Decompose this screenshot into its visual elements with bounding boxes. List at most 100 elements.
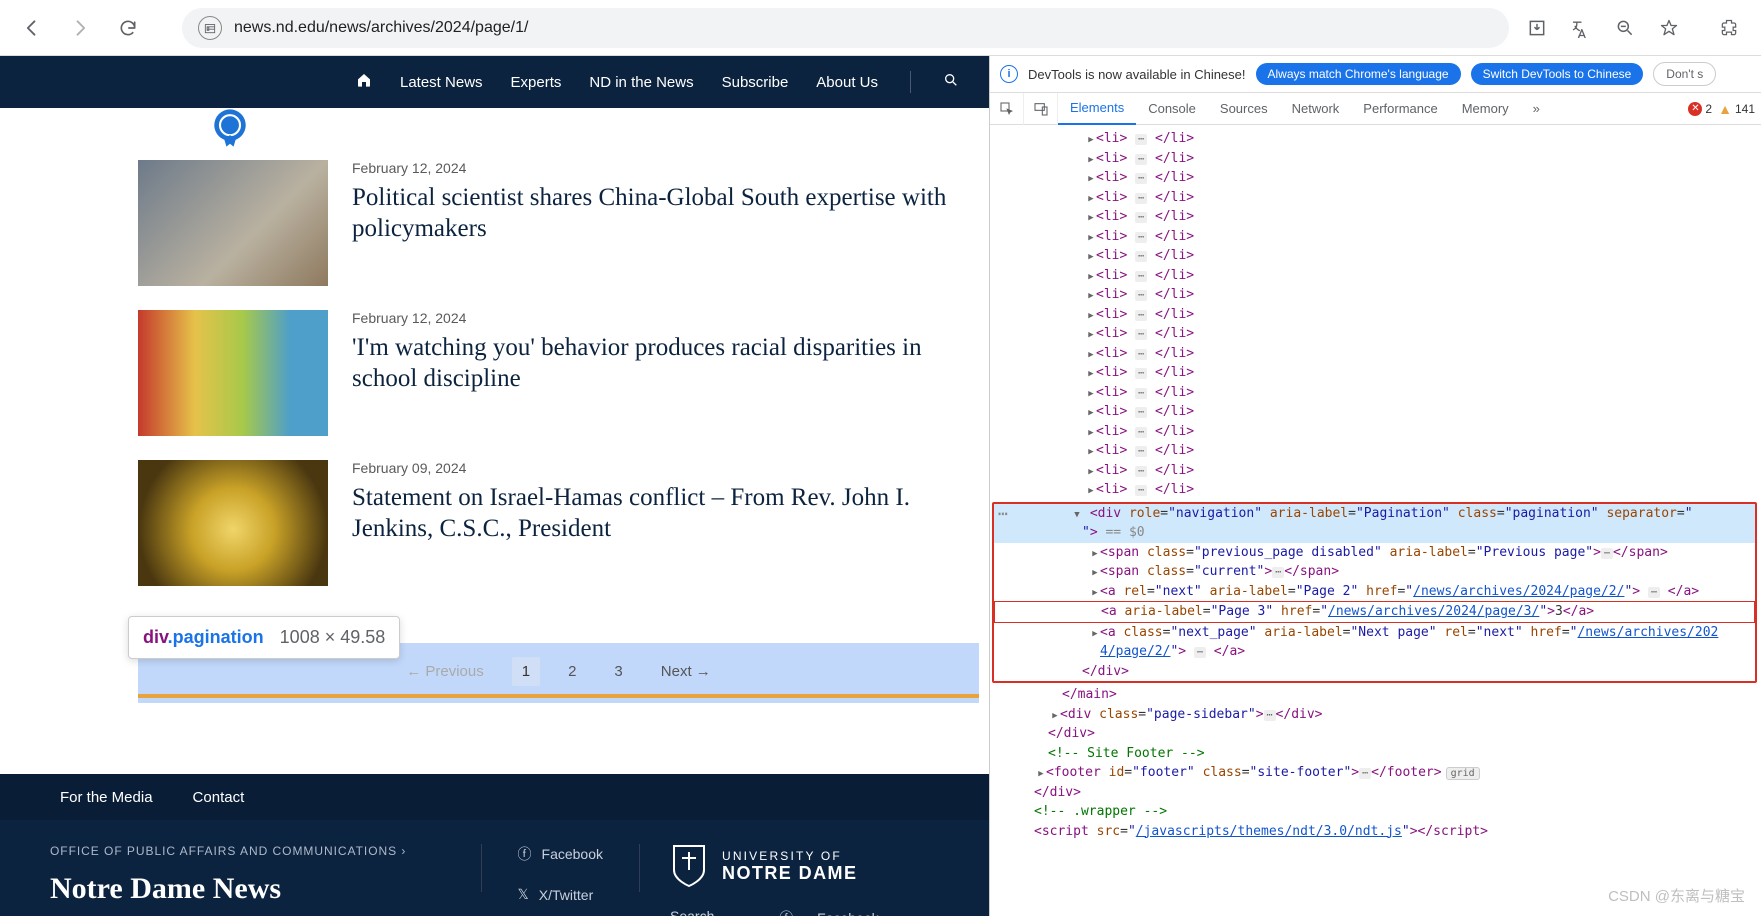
caret-icon[interactable] [1086, 422, 1096, 442]
dom-node[interactable]: </div> [1034, 785, 1081, 800]
caret-icon[interactable] [1090, 582, 1100, 602]
dom-node[interactable]: </div> [1048, 726, 1095, 741]
tab-elements[interactable]: Elements [1058, 93, 1136, 125]
dom-node[interactable]: <li> ⋯ </li> [1096, 229, 1194, 244]
dom-node[interactable]: <li> ⋯ </li> [1096, 307, 1194, 322]
dom-node[interactable]: <li> ⋯ </li> [1096, 190, 1194, 205]
dom-node[interactable]: <a rel="next" aria-label="Page 2" href="… [1100, 584, 1699, 599]
tab-performance[interactable]: Performance [1351, 93, 1449, 125]
dom-node[interactable]: <li> ⋯ </li> [1096, 443, 1194, 458]
nav-nd-in-news[interactable]: ND in the News [589, 74, 693, 91]
nav-subscribe[interactable]: Subscribe [722, 74, 789, 91]
caret-icon[interactable] [1086, 461, 1096, 481]
footer-link-fb[interactable]: ⓕ Facebook [779, 908, 878, 916]
dom-node[interactable]: <li> ⋯ </li> [1096, 326, 1194, 341]
pagination-next[interactable]: Next → [651, 657, 721, 686]
caret-icon[interactable] [1050, 705, 1060, 725]
article-row[interactable]: February 12, 2024 Political scientist sh… [0, 148, 989, 298]
nav-experts[interactable]: Experts [511, 74, 562, 91]
caret-icon[interactable] [1090, 623, 1100, 643]
translate-icon[interactable] [1561, 8, 1601, 48]
caret-icon[interactable] [1072, 504, 1082, 524]
inspect-tool-icon[interactable] [990, 93, 1024, 125]
footer-social-x[interactable]: 𝕏 X/Twitter [518, 886, 603, 903]
caret-icon[interactable] [1086, 383, 1096, 403]
dom-node[interactable]: </main> [1062, 687, 1117, 702]
caret-icon[interactable] [1086, 344, 1096, 364]
caret-icon[interactable] [1086, 402, 1096, 422]
dom-node[interactable]: <li> ⋯ </li> [1096, 170, 1194, 185]
bookmark-icon[interactable] [1649, 8, 1689, 48]
dom-node[interactable]: <li> ⋯ </li> [1096, 151, 1194, 166]
dom-node[interactable]: <span class="current">⋯</span> [1100, 564, 1339, 579]
dom-node[interactable]: <script src="/javascripts/themes/ndt/3.0… [1034, 824, 1488, 839]
tab-sources[interactable]: Sources [1208, 93, 1280, 125]
dom-node[interactable]: <li> ⋯ </li> [1096, 404, 1194, 419]
forward-button[interactable] [60, 8, 100, 48]
dom-node[interactable]: <footer id="footer" class="site-footer">… [1046, 765, 1442, 780]
back-button[interactable] [12, 8, 52, 48]
footer-link-search[interactable]: Search [670, 908, 739, 916]
caret-icon[interactable] [1090, 543, 1100, 563]
dom-node[interactable]: <span class="previous_page disabled" ari… [1100, 545, 1668, 560]
grid-badge[interactable]: grid [1446, 767, 1480, 780]
nav-home-icon[interactable] [356, 72, 372, 92]
address-bar[interactable]: news.nd.edu/news/archives/2024/page/1/ [182, 8, 1509, 48]
dom-node[interactable]: <li> ⋯ </li> [1096, 424, 1194, 439]
article-title[interactable]: Statement on Israel-Hamas conflict – Fro… [352, 482, 959, 545]
caret-icon[interactable] [1086, 285, 1096, 305]
dom-node[interactable]: <li> ⋯ </li> [1096, 287, 1194, 302]
caret-icon[interactable] [1086, 266, 1096, 286]
caret-icon[interactable] [1036, 763, 1046, 783]
pagination-page-3[interactable]: 3 [604, 657, 632, 686]
subfooter-media[interactable]: For the Media [60, 789, 153, 806]
banner-switch-button[interactable]: Switch DevTools to Chinese [1471, 63, 1644, 85]
caret-icon[interactable] [1086, 227, 1096, 247]
nav-search-icon[interactable] [943, 72, 959, 92]
dom-node[interactable]: <a aria-label="Page 3" href="/news/archi… [1101, 604, 1594, 619]
dom-node[interactable]: <a class="next_page" aria-label="Next pa… [1100, 625, 1718, 640]
extensions-icon[interactable] [1709, 8, 1749, 48]
tab-more-icon[interactable]: » [1521, 93, 1552, 125]
article-row[interactable]: February 09, 2024 Statement on Israel-Ha… [0, 448, 989, 598]
dom-node[interactable]: <li> ⋯ </li> [1096, 463, 1194, 478]
caret-icon[interactable] [1086, 305, 1096, 325]
caret-icon[interactable] [1086, 363, 1096, 383]
subfooter-contact[interactable]: Contact [193, 789, 245, 806]
warning-count[interactable]: ▲141 [1718, 101, 1755, 117]
caret-icon[interactable] [1086, 324, 1096, 344]
tab-memory[interactable]: Memory [1450, 93, 1521, 125]
banner-dont-button[interactable]: Don't s [1653, 62, 1716, 86]
reload-button[interactable] [108, 8, 148, 48]
elements-tree[interactable]: <li> ⋯ </li> <li> ⋯ </li> <li> ⋯ </li> <li>… [990, 125, 1761, 916]
error-count[interactable]: ✕2 [1688, 102, 1712, 116]
dom-node[interactable]: <div class="page-sidebar">⋯</div> [1060, 707, 1323, 722]
nav-latest[interactable]: Latest News [400, 74, 483, 91]
article-title[interactable]: 'I'm watching you' behavior produces rac… [352, 332, 959, 395]
tab-network[interactable]: Network [1280, 93, 1352, 125]
nav-about[interactable]: About Us [816, 74, 878, 91]
caret-icon[interactable] [1086, 188, 1096, 208]
zoom-icon[interactable] [1605, 8, 1645, 48]
dom-node[interactable]: <li> ⋯ </li> [1096, 248, 1194, 263]
article-title[interactable]: Political scientist shares China-Global … [352, 182, 959, 245]
tab-console[interactable]: Console [1136, 93, 1208, 125]
pagination-page-1[interactable]: 1 [512, 657, 540, 686]
caret-icon[interactable] [1086, 441, 1096, 461]
caret-icon[interactable] [1086, 207, 1096, 227]
dom-node[interactable]: </div> [1082, 664, 1129, 679]
install-icon[interactable] [1517, 8, 1557, 48]
banner-match-button[interactable]: Always match Chrome's language [1256, 63, 1461, 85]
pagination-page-2[interactable]: 2 [558, 657, 586, 686]
article-row[interactable]: February 12, 2024 'I'm watching you' beh… [0, 298, 989, 448]
dom-node[interactable]: <li> ⋯ </li> [1096, 268, 1194, 283]
caret-icon[interactable] [1086, 129, 1096, 149]
dom-node[interactable]: <div role="navigation" aria-label="Pagin… [1090, 506, 1693, 521]
dom-node[interactable]: <li> ⋯ </li> [1096, 131, 1194, 146]
caret-icon[interactable] [1086, 246, 1096, 266]
dom-node[interactable]: <li> ⋯ </li> [1096, 365, 1194, 380]
footer-social-fb[interactable]: ⓕ Facebook [518, 844, 603, 864]
caret-icon[interactable] [1086, 168, 1096, 188]
site-info-icon[interactable] [198, 16, 222, 40]
footer-office[interactable]: OFFICE OF PUBLIC AFFAIRS AND COMMUNICATI… [50, 844, 481, 858]
